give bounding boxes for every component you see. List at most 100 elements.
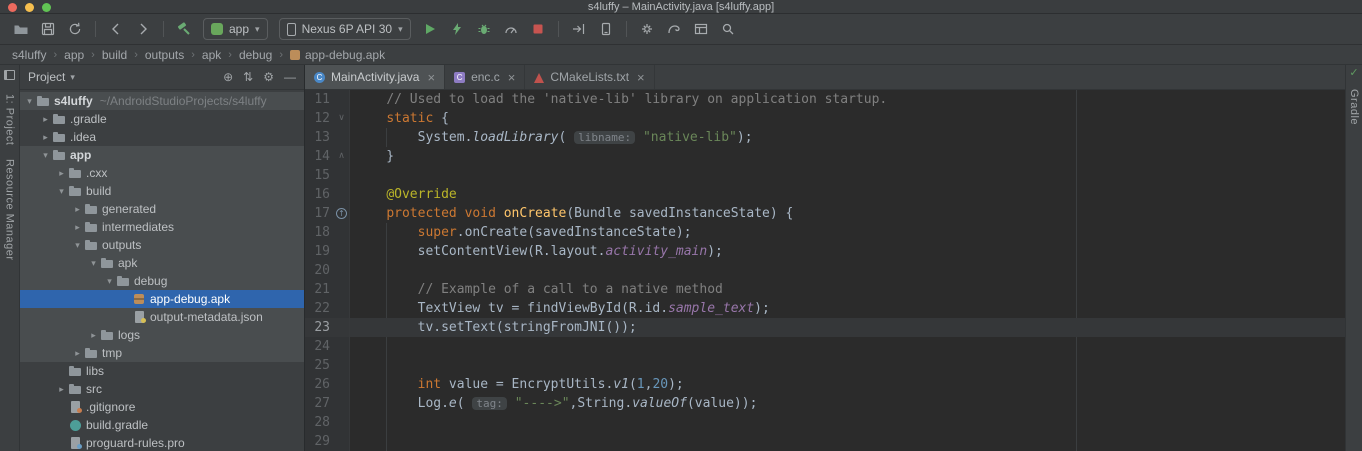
tree-item[interactable]: ▸ .cxx xyxy=(20,164,304,182)
chevron-right-icon[interactable]: ▸ xyxy=(56,168,67,179)
breadcrumb-item[interactable]: apk xyxy=(202,48,221,62)
breadcrumb-item[interactable]: app-debug.apk xyxy=(305,48,385,62)
tree-item[interactable]: ▸ logs xyxy=(20,326,304,344)
tree-item[interactable]: ▾ app xyxy=(20,146,304,164)
code-line[interactable]: 17 ↑ protected void onCreate(Bundle saved… xyxy=(305,204,1345,223)
code-line[interactable]: 19 setContentView(R.layout.activity_main… xyxy=(305,242,1345,261)
chevron-down-icon[interactable]: ▾ xyxy=(88,258,99,269)
chevron-down-icon[interactable]: ▾ xyxy=(104,276,115,287)
tree-item[interactable]: ▾ build xyxy=(20,182,304,200)
override-marker-icon[interactable]: ↑ xyxy=(336,208,347,219)
device-dropdown[interactable]: Nexus 6P API 30 ▾ xyxy=(278,18,411,40)
code-line[interactable]: 22 TextView tv = findViewById(R.id.sampl… xyxy=(305,299,1345,318)
code-line[interactable]: 11 // Used to load the 'native-lib' libr… xyxy=(305,90,1345,109)
gradle-sync-button[interactable] xyxy=(661,17,687,41)
back-button[interactable] xyxy=(103,17,129,41)
tree-item[interactable]: ▸ src xyxy=(20,380,304,398)
tool-window-button-gradle[interactable]: Gradle xyxy=(1348,89,1360,125)
forward-button[interactable] xyxy=(130,17,156,41)
close-icon[interactable]: × xyxy=(427,70,435,85)
tree-item[interactable]: build.gradle xyxy=(20,416,304,434)
fold-collapse-icon[interactable]: ∨ xyxy=(334,109,350,128)
sync-button[interactable] xyxy=(62,17,88,41)
code-line[interactable]: 29 xyxy=(305,432,1345,451)
tool-window-icon[interactable] xyxy=(4,70,15,80)
code-line[interactable]: 21 // Example of a call to a native meth… xyxy=(305,280,1345,299)
chevron-down-icon[interactable]: ▾ xyxy=(40,150,51,161)
stop-button[interactable] xyxy=(525,17,551,41)
open-file-button[interactable] xyxy=(8,17,34,41)
code-line[interactable]: 13 System.loadLibrary( libname: "native-… xyxy=(305,128,1345,147)
project-view-selector[interactable]: Project xyxy=(28,70,65,84)
tool-window-button-resource-manager[interactable]: Resource Manager xyxy=(4,159,16,261)
close-icon[interactable]: × xyxy=(637,70,645,85)
search-everywhere-button[interactable] xyxy=(715,17,741,41)
attach-debugger-button[interactable] xyxy=(566,17,592,41)
save-all-button[interactable] xyxy=(35,17,61,41)
close-icon[interactable]: × xyxy=(508,70,516,85)
build-hammer-button[interactable] xyxy=(171,17,197,41)
hide-panel-icon[interactable]: — xyxy=(284,70,296,84)
code-editor[interactable]: 11 // Used to load the 'native-lib' libr… xyxy=(305,90,1345,451)
settings-gear-icon[interactable]: ⚙ xyxy=(263,70,274,84)
tool-window-button-project[interactable]: 1: Project xyxy=(4,94,16,145)
sdk-manager-button[interactable] xyxy=(634,17,660,41)
code-line[interactable]: 12 ∨ static { xyxy=(305,109,1345,128)
breadcrumb-item[interactable]: build xyxy=(102,48,127,62)
breadcrumb-item[interactable]: s4luffy xyxy=(12,48,46,62)
editor-tab[interactable]: CMakeLists.txt × xyxy=(525,65,655,89)
tree-item[interactable]: ▸ generated xyxy=(20,200,304,218)
chevron-right-icon[interactable]: ▸ xyxy=(56,384,67,395)
breadcrumb-item[interactable]: outputs xyxy=(145,48,184,62)
chevron-right-icon[interactable]: ▸ xyxy=(40,132,51,143)
tree-item[interactable]: ▾ debug xyxy=(20,272,304,290)
tree-item[interactable]: output-metadata.json xyxy=(20,308,304,326)
tree-item[interactable]: .gitignore xyxy=(20,398,304,416)
code-line[interactable]: 25 xyxy=(305,356,1345,375)
fold-collapse-icon[interactable]: ∧ xyxy=(334,147,350,166)
debug-button[interactable] xyxy=(471,17,497,41)
collapse-all-icon[interactable]: ⇅ xyxy=(243,70,253,84)
tree-item[interactable]: ▸ .gradle xyxy=(20,110,304,128)
tree-item[interactable]: ▾ outputs xyxy=(20,236,304,254)
device-file-explorer-button[interactable] xyxy=(593,17,619,41)
chevron-right-icon[interactable]: ▸ xyxy=(88,330,99,341)
locate-file-icon[interactable]: ⊕ xyxy=(223,70,233,84)
run-button[interactable] xyxy=(417,17,443,41)
chevron-down-icon[interactable]: ▾ xyxy=(72,240,83,251)
apply-changes-button[interactable] xyxy=(444,17,470,41)
code-line[interactable]: 23 tv.setText(stringFromJNI()); xyxy=(305,318,1345,337)
code-line[interactable]: 20 xyxy=(305,261,1345,280)
tree-item[interactable]: proguard-rules.pro xyxy=(20,434,304,451)
code-line[interactable]: 27 Log.e( tag: "---->",String.valueOf(va… xyxy=(305,394,1345,413)
code-line[interactable]: 18 super.onCreate(savedInstanceState); xyxy=(305,223,1345,242)
run-configuration-dropdown[interactable]: app ▾ xyxy=(203,18,268,40)
chevron-down-icon[interactable]: ▾ xyxy=(56,186,67,197)
tree-item[interactable]: app-debug.apk xyxy=(20,290,304,308)
inspections-ok-icon[interactable]: ✓ xyxy=(1349,68,1358,79)
tree-item[interactable]: ▸ intermediates xyxy=(20,218,304,236)
chevron-right-icon[interactable]: ▸ xyxy=(72,204,83,215)
chevron-right-icon[interactable]: ▸ xyxy=(72,348,83,359)
tree-item[interactable]: ▾ s4luffy ~/AndroidStudioProjects/s4luffy xyxy=(20,92,304,110)
layout-inspector-button[interactable] xyxy=(688,17,714,41)
code-line[interactable]: 28 xyxy=(305,413,1345,432)
chevron-right-icon[interactable]: ▸ xyxy=(40,114,51,125)
chevron-right-icon[interactable]: ▸ xyxy=(72,222,83,233)
code-line[interactable]: 14 ∧ } xyxy=(305,147,1345,166)
code-line[interactable]: 26 int value = EncryptUtils.v1(1,20); xyxy=(305,375,1345,394)
breadcrumb-item[interactable]: debug xyxy=(239,48,272,62)
code-line[interactable]: 24 xyxy=(305,337,1345,356)
breadcrumb-item[interactable]: app xyxy=(64,48,84,62)
chevron-down-icon[interactable]: ▾ xyxy=(24,96,35,107)
code-line[interactable]: 16 @Override xyxy=(305,185,1345,204)
tree-item[interactable]: libs xyxy=(20,362,304,380)
tree-item[interactable]: ▸ tmp xyxy=(20,344,304,362)
tree-item[interactable]: ▾ apk xyxy=(20,254,304,272)
profiler-button[interactable] xyxy=(498,17,524,41)
code-text: int value = EncryptUtils.v1(1,20); xyxy=(417,377,684,392)
tree-item[interactable]: ▸ .idea xyxy=(20,128,304,146)
code-line[interactable]: 15 xyxy=(305,166,1345,185)
editor-tab[interactable]: MainActivity.java × xyxy=(305,65,446,89)
editor-tab[interactable]: enc.c × xyxy=(445,65,526,89)
